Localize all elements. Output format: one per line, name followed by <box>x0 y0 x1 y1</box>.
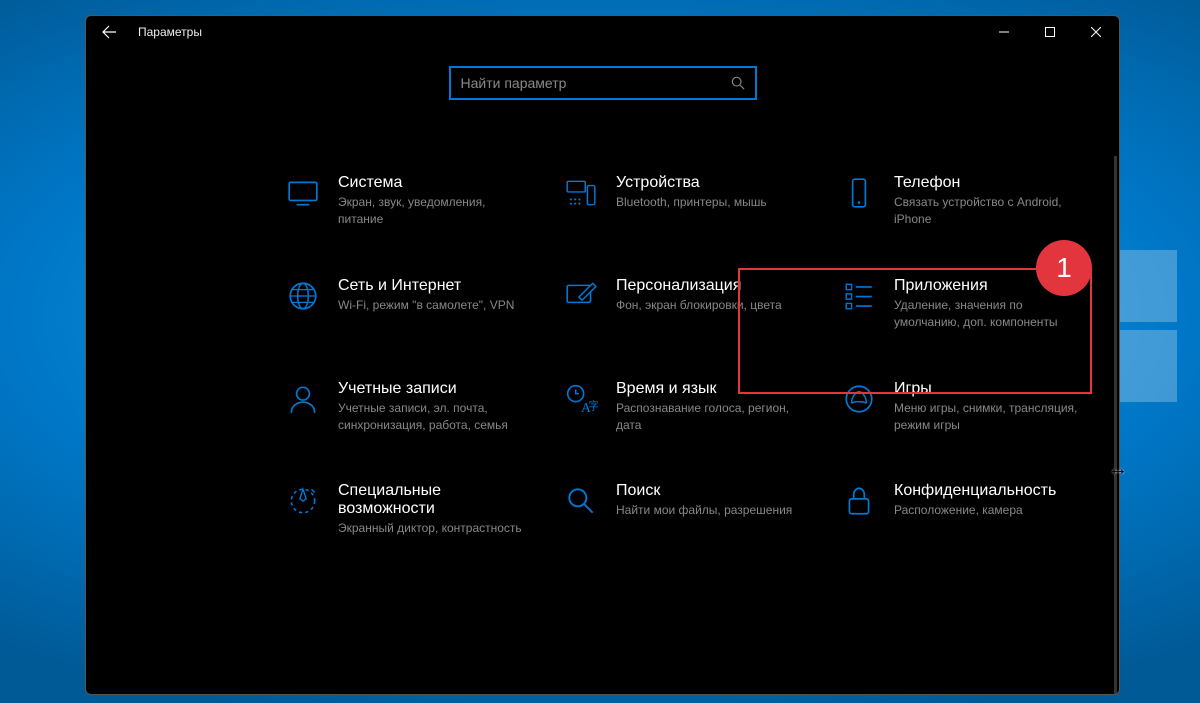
search-input[interactable] <box>461 75 731 91</box>
privacy-icon <box>842 484 876 518</box>
category-title: Система <box>338 174 528 192</box>
category-system[interactable]: Система Экран, звук, уведомления, питани… <box>286 174 564 229</box>
phone-icon <box>842 176 876 210</box>
category-gaming[interactable]: Игры Меню игры, снимки, трансляция, режи… <box>842 380 1120 435</box>
category-desc: Bluetooth, принтеры, мышь <box>616 194 767 211</box>
search-icon <box>731 76 745 90</box>
accounts-icon <box>286 382 320 416</box>
category-privacy[interactable]: Конфиденциальность Расположение, камера <box>842 482 1120 537</box>
resize-cursor-icon: ↔ <box>1108 458 1128 481</box>
apps-icon <box>842 279 876 313</box>
category-title: Поиск <box>616 482 792 500</box>
category-desc: Учетные записи, эл. почта, синхронизация… <box>338 400 528 435</box>
back-button[interactable] <box>94 16 124 48</box>
category-title: Телефон <box>894 174 1084 192</box>
gaming-icon <box>842 382 876 416</box>
category-time-language[interactable]: A字 Время и язык Распознавание голоса, ре… <box>564 380 842 435</box>
close-button[interactable] <box>1073 16 1119 48</box>
categories-grid: Система Экран, звук, уведомления, питани… <box>286 174 1116 538</box>
category-title: Учетные записи <box>338 380 528 398</box>
category-accounts[interactable]: Учетные записи Учетные записи, эл. почта… <box>286 380 564 435</box>
scrollbar[interactable] <box>1114 156 1117 695</box>
category-network[interactable]: Сеть и Интернет Wi-Fi, режим "в самолете… <box>286 277 564 332</box>
category-title: Персонализация <box>616 277 782 295</box>
search-cat-icon <box>564 484 598 518</box>
svg-text:字: 字 <box>588 399 598 412</box>
category-desc: Распознавание голоса, регион, дата <box>616 400 806 435</box>
minimize-button[interactable] <box>981 16 1027 48</box>
category-desc: Удаление, значения по умолчанию, доп. ко… <box>894 297 1084 332</box>
category-devices[interactable]: Устройства Bluetooth, принтеры, мышь <box>564 174 842 229</box>
accessibility-icon <box>286 484 320 518</box>
network-icon <box>286 279 320 313</box>
maximize-button[interactable] <box>1027 16 1073 48</box>
category-personalization[interactable]: Персонализация Фон, экран блокировки, цв… <box>564 277 842 332</box>
category-title: Специальные возможности <box>338 482 488 518</box>
system-icon <box>286 176 320 210</box>
search-box[interactable] <box>449 66 757 100</box>
category-title: Устройства <box>616 174 767 192</box>
category-title: Конфиденциальность <box>894 482 1056 500</box>
window-title: Параметры <box>138 25 202 39</box>
category-title: Сеть и Интернет <box>338 277 514 295</box>
category-phone[interactable]: Телефон Связать устройство с Android, iP… <box>842 174 1120 229</box>
settings-window: Параметры <box>85 15 1120 695</box>
category-desc: Связать устройство с Android, iPhone <box>894 194 1084 229</box>
category-desc: Найти мои файлы, разрешения <box>616 502 792 519</box>
category-search[interactable]: Поиск Найти мои файлы, разрешения <box>564 482 842 537</box>
annotation-badge: 1 <box>1036 240 1092 296</box>
arrow-left-icon <box>101 24 117 40</box>
category-desc: Экранный диктор, контрастность <box>338 520 522 537</box>
category-desc: Фон, экран блокировки, цвета <box>616 297 782 314</box>
category-desc: Wi-Fi, режим "в самолете", VPN <box>338 297 514 314</box>
category-desc: Меню игры, снимки, трансляция, режим игр… <box>894 400 1084 435</box>
category-accessibility[interactable]: Специальные возможности Экранный диктор,… <box>286 482 564 537</box>
category-desc: Расположение, камера <box>894 502 1056 519</box>
close-icon <box>1091 27 1101 37</box>
maximize-icon <box>1045 27 1055 37</box>
minimize-icon <box>999 27 1009 37</box>
category-title: Время и язык <box>616 380 806 398</box>
category-desc: Экран, звук, уведомления, питание <box>338 194 528 229</box>
desktop-background: Параметры <box>0 0 1200 703</box>
devices-icon <box>564 176 598 210</box>
personalization-icon <box>564 279 598 313</box>
time-language-icon: A字 <box>564 382 598 416</box>
category-title: Игры <box>894 380 1084 398</box>
titlebar: Параметры <box>86 16 1119 48</box>
